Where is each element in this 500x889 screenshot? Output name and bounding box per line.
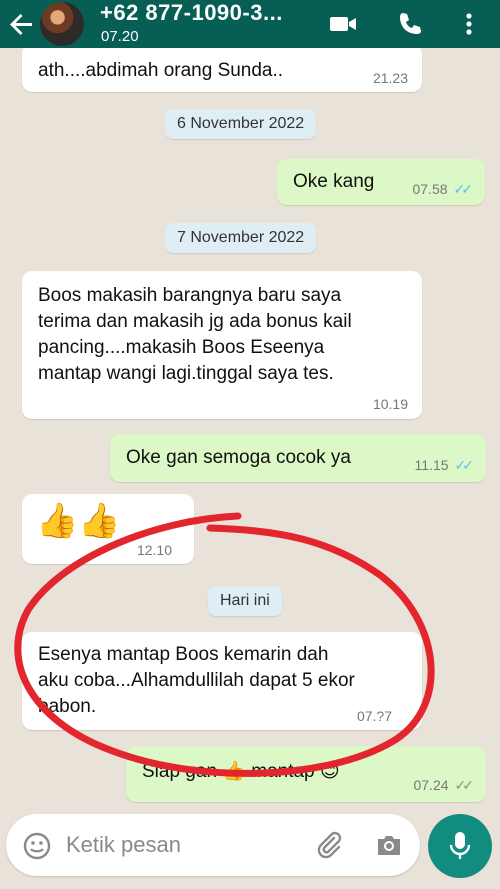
- microphone-button[interactable]: [428, 814, 492, 878]
- message-text: Siap gan 👍 mantap 😊: [142, 759, 340, 785]
- message-bubble-incoming[interactable]: Boos makasih barangnya baru saya terima …: [22, 271, 422, 419]
- message-line: terima dan makasih jg ada bonus kail: [38, 311, 352, 332]
- date-separator: 6 November 2022: [165, 109, 317, 139]
- message-time: 12.10: [136, 542, 172, 558]
- message-text-part: mantap: [251, 761, 315, 782]
- message-meta: 11.15 ✓✓: [414, 457, 475, 474]
- thumbs-up-emoji: 👍: [222, 761, 246, 782]
- message-text-part: Siap gan: [142, 761, 218, 782]
- delivered-ticks-icon: ✓✓: [454, 777, 475, 793]
- message-line: babon.: [38, 696, 97, 717]
- read-ticks-icon: ✓✓: [454, 457, 475, 473]
- message-text: Oke kang: [293, 171, 375, 192]
- message-input[interactable]: Ketik pesan: [66, 832, 181, 858]
- message-line: pancing....makasih Boos Eseenya: [38, 337, 325, 358]
- date-separator: 7 November 2022: [165, 223, 317, 253]
- contact-name[interactable]: +62 877-1090-3...: [100, 0, 283, 26]
- message-input-bar[interactable]: Ketik pesan: [6, 814, 420, 876]
- microphone-icon: [449, 832, 471, 859]
- message-text: Oke gan semoga cocok ya: [126, 447, 351, 468]
- last-seen: 07.20: [101, 28, 139, 45]
- chat-header: +62 877-1090-3... 07.20: [0, 0, 500, 48]
- message-line: Esenya mantap Boos kemarin dah: [38, 644, 329, 665]
- read-ticks-icon: ✓✓: [453, 181, 474, 197]
- message-line: mantap wangi lagi.tinggal saya tes.: [38, 363, 334, 384]
- message-bubble-outgoing[interactable]: Siap gan 👍 mantap 😊 07.24 ✓✓: [126, 746, 486, 802]
- message-time: 07.58: [412, 181, 448, 197]
- message-bubble-incoming[interactable]: ath....abdimah orang Sunda.. 21.23: [22, 44, 422, 92]
- video-call-icon[interactable]: [328, 10, 358, 38]
- message-meta: 07.24 ✓✓: [413, 777, 475, 794]
- message-line: Boos makasih barangnya baru saya: [38, 285, 342, 306]
- arrow-left-icon[interactable]: [8, 10, 36, 38]
- smile-emoji: 😊: [319, 761, 340, 782]
- avatar[interactable]: [40, 2, 84, 46]
- emoji-icon[interactable]: [22, 831, 52, 866]
- camera-icon[interactable]: [374, 831, 404, 864]
- message-bubble-incoming[interactable]: Esenya mantap Boos kemarin dah aku coba.…: [22, 632, 422, 730]
- thumbs-up-emoji: 👍👍: [36, 502, 121, 540]
- more-vertical-icon[interactable]: [455, 10, 485, 38]
- message-line: aku coba...Alhamdullilah dapat 5 ekor: [38, 670, 355, 691]
- message-time: 07.?7: [356, 708, 392, 724]
- message-text: ath....abdimah orang Sunda..: [38, 60, 284, 81]
- message-meta: 07.58 ✓✓: [412, 181, 474, 198]
- message-time: 21.23: [372, 70, 408, 86]
- message-time: 11.15: [414, 457, 449, 473]
- message-time: 10.19: [372, 396, 408, 412]
- message-time: 07.24: [413, 777, 449, 793]
- message-bubble-outgoing[interactable]: Oke kang 07.58 ✓✓: [277, 159, 485, 205]
- paperclip-icon[interactable]: [314, 830, 344, 865]
- message-bubble-incoming[interactable]: 👍👍 12.10: [22, 494, 194, 564]
- message-text: Esenya mantap Boos kemarin dah aku coba.…: [38, 642, 355, 720]
- message-text: Boos makasih barangnya baru saya terima …: [38, 283, 352, 387]
- message-bubble-outgoing[interactable]: Oke gan semoga cocok ya 11.15 ✓✓: [110, 434, 486, 482]
- phone-icon[interactable]: [396, 10, 426, 38]
- date-separator: Hari ini: [208, 586, 282, 616]
